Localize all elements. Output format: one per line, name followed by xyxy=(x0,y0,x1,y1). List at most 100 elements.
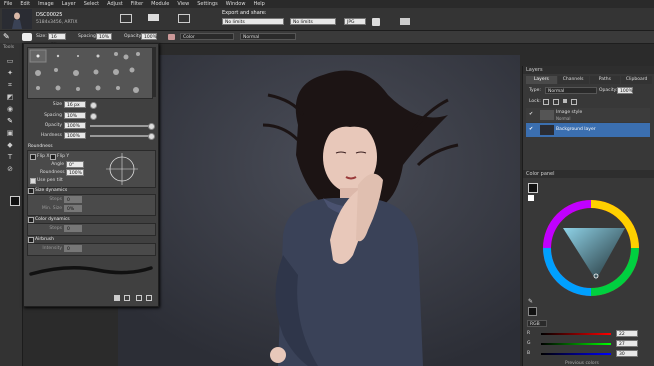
toolbox-title: Tools xyxy=(3,45,15,50)
window-icon[interactable] xyxy=(148,14,159,21)
brush-spacing-slider[interactable] xyxy=(90,113,97,120)
menu-filter[interactable]: Filter xyxy=(127,1,147,7)
menu-select[interactable]: Select xyxy=(80,1,103,7)
delete-brush-icon[interactable] xyxy=(136,295,142,301)
brush-tool-icon[interactable]: ✎ xyxy=(3,32,15,42)
stamp-tool-icon[interactable]: ◉ xyxy=(5,105,15,114)
red-slider[interactable] xyxy=(541,333,611,335)
blue-input[interactable]: 30 xyxy=(616,350,638,357)
visibility-icon[interactable]: ✔ xyxy=(529,111,533,117)
brush-spacing-input[interactable]: 10% xyxy=(64,112,86,119)
eraser-tool-icon[interactable]: ◩ xyxy=(5,93,15,102)
menu-adjust[interactable]: Adjust xyxy=(103,1,127,7)
copy-brush-icon[interactable] xyxy=(146,295,152,301)
brush-hardness-track[interactable] xyxy=(90,135,150,137)
angle-input[interactable]: 0° xyxy=(66,161,84,168)
marquee-tool-icon[interactable]: ▭ xyxy=(5,57,15,66)
size-input[interactable]: 16 px xyxy=(48,33,66,47)
tab-clipboard[interactable]: Clipboard xyxy=(621,76,652,84)
visibility-icon[interactable]: ✔ xyxy=(529,126,533,132)
fill-tool-icon[interactable]: ▣ xyxy=(5,129,15,138)
save-export-icon[interactable] xyxy=(372,18,380,26)
blend-mode-select[interactable]: Normal xyxy=(240,33,296,40)
new-brush-icon[interactable] xyxy=(124,295,130,301)
bg-color-swatch[interactable] xyxy=(528,195,534,201)
color-mode-select[interactable]: Color xyxy=(180,33,234,40)
tab-channels[interactable]: Channels xyxy=(557,76,589,84)
current-color-swatch[interactable] xyxy=(528,307,537,316)
min-size-input[interactable]: 0% xyxy=(64,205,82,212)
foreground-color[interactable] xyxy=(10,196,20,206)
lock-pixels-icon[interactable] xyxy=(543,99,549,105)
layer-row-selected[interactable]: ✔ Background layer xyxy=(526,123,650,137)
size-label: Size: xyxy=(36,34,47,39)
layer-row[interactable]: ✔ Image style Normal xyxy=(526,108,650,122)
shape-tool-icon[interactable]: ◆ xyxy=(5,141,15,150)
roundness-input[interactable]: 100% xyxy=(66,169,84,176)
save-brush-icon[interactable] xyxy=(114,295,120,301)
brush-opacity-track[interactable] xyxy=(90,125,150,127)
brush-preset-swatch[interactable] xyxy=(22,33,32,41)
document-thumbnail[interactable] xyxy=(2,9,32,29)
export-width-select[interactable]: No limits xyxy=(222,18,284,25)
layer-opacity-input[interactable]: 100% xyxy=(617,87,633,94)
brush-opacity-slider[interactable] xyxy=(148,123,155,130)
layer-lock-label: Lock: xyxy=(529,99,541,104)
monitor-icon[interactable] xyxy=(120,14,132,23)
menu-file[interactable]: File xyxy=(0,1,16,7)
text-tool-icon[interactable]: T xyxy=(5,153,15,162)
menu-help[interactable]: Help xyxy=(249,1,268,7)
brush-hardness-input[interactable]: 100% xyxy=(64,132,86,139)
green-input[interactable]: 27 xyxy=(616,340,638,347)
menu-view[interactable]: View xyxy=(173,1,193,7)
roundness-section: Flip X Flip Y Angle 0° Roundness 100% Us… xyxy=(27,150,156,188)
picker-tool-icon[interactable]: ⊘ xyxy=(5,165,15,174)
color-model-select[interactable]: RGB xyxy=(527,320,547,327)
crop-tool-icon[interactable]: ⌗ xyxy=(5,81,15,90)
brush-opacity-input[interactable]: 100% xyxy=(64,122,86,129)
lock-icons[interactable] xyxy=(543,99,593,105)
opacity-input[interactable]: 100% xyxy=(141,33,157,40)
pen-tilt-checkbox[interactable] xyxy=(30,178,36,184)
menu-settings[interactable]: Settings xyxy=(193,1,222,7)
share-icon[interactable] xyxy=(400,18,410,25)
layer-blend-select[interactable]: Normal xyxy=(545,87,597,94)
red-input[interactable]: 22 xyxy=(616,330,638,337)
lock-all-icon[interactable] xyxy=(563,99,567,103)
wand-tool-icon[interactable]: ✦ xyxy=(5,69,15,78)
blue-slider[interactable] xyxy=(541,353,611,355)
brush-hardness-slider[interactable] xyxy=(148,133,155,140)
lock-position-icon[interactable] xyxy=(553,99,559,105)
flip-y-checkbox[interactable] xyxy=(50,154,56,160)
menu-edit[interactable]: Edit xyxy=(16,1,34,7)
color-wheel[interactable] xyxy=(541,198,641,298)
print-icon[interactable] xyxy=(178,14,190,23)
fg-color-swatch[interactable] xyxy=(528,183,538,193)
size-steps-input[interactable]: 0 xyxy=(64,196,82,203)
export-height-select[interactable]: No limits xyxy=(290,18,336,25)
brush-presets-grid[interactable] xyxy=(27,47,153,99)
menu-layer[interactable]: Layer xyxy=(58,1,80,7)
tab-layers[interactable]: Layers xyxy=(526,76,557,84)
brush-tool-icon[interactable]: ✎ xyxy=(5,117,15,126)
brush-preset-thumbnails xyxy=(29,49,140,93)
eyedropper-icon[interactable]: ✎ xyxy=(528,298,533,305)
brush-size-input[interactable]: 16 px xyxy=(64,101,86,108)
lock-brush-icon[interactable] xyxy=(571,99,577,105)
green-slider[interactable] xyxy=(541,343,611,345)
brush-size-slider[interactable] xyxy=(90,102,97,109)
tab-paths[interactable]: Paths xyxy=(589,76,621,84)
panel-scrollbar[interactable] xyxy=(152,47,156,97)
spacing-input[interactable]: 10% xyxy=(96,33,112,40)
color-steps-input[interactable]: 0 xyxy=(64,225,82,232)
brush-shape-preview[interactable] xyxy=(106,153,138,185)
flip-x-checkbox[interactable] xyxy=(30,154,36,160)
export-format-select[interactable]: JPG xyxy=(344,18,366,25)
intensity-input[interactable]: 0 xyxy=(64,245,82,252)
menu-window[interactable]: Window xyxy=(222,1,250,7)
color-mode-icon[interactable] xyxy=(168,34,175,40)
image-canvas[interactable] xyxy=(118,55,520,366)
menu-module[interactable]: Module xyxy=(147,1,173,7)
min-size-label: Min. Size xyxy=(41,206,62,211)
menu-image[interactable]: Image xyxy=(34,1,58,7)
